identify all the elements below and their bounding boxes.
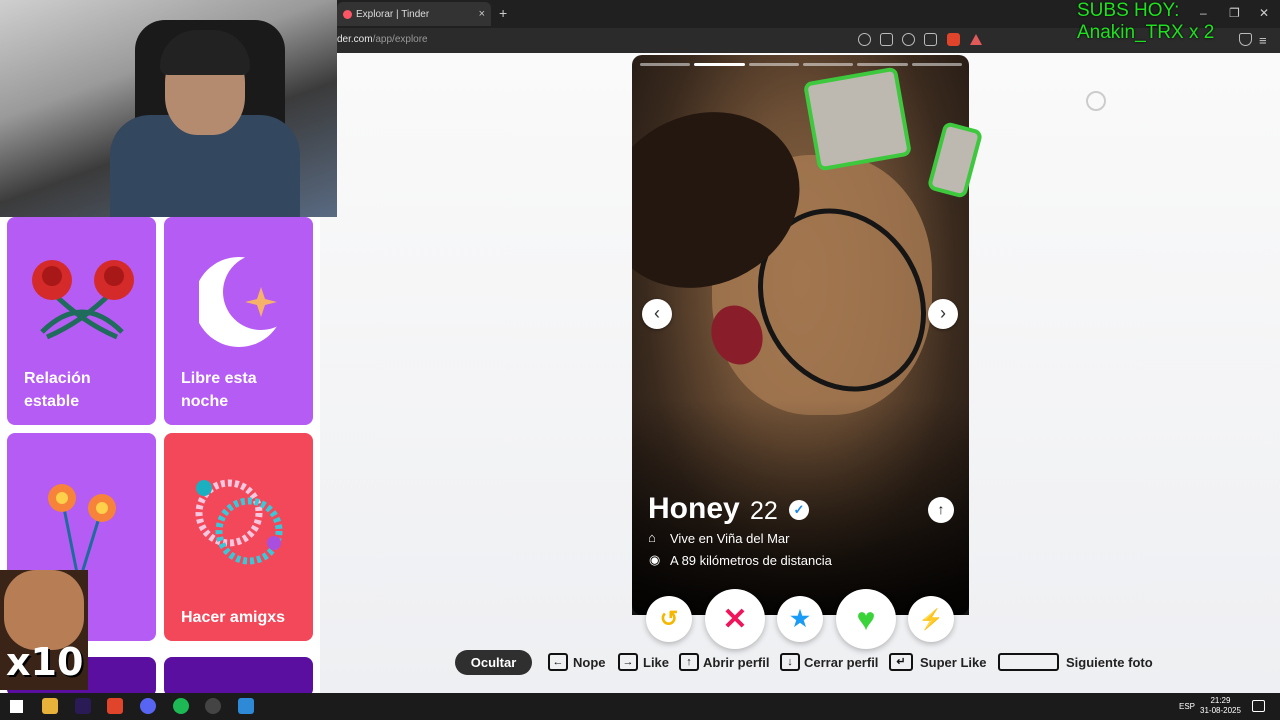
loading-spinner-icon [1086, 91, 1106, 111]
open-profile-button[interactable]: ↑ [928, 497, 954, 523]
key-left-icon: ← [548, 653, 568, 671]
webcam-overlay [0, 0, 337, 217]
profile-distance: A 89 kilómetros de distancia [670, 553, 832, 568]
vpn-icon[interactable] [1239, 33, 1252, 46]
share-icon[interactable] [924, 33, 937, 46]
boost-button[interactable]: ⚡ [908, 596, 954, 642]
restore-button[interactable]: ❐ [1229, 6, 1240, 20]
app-icon[interactable] [238, 698, 254, 714]
nope-button[interactable]: ✕ [705, 589, 765, 649]
meme-face [4, 570, 84, 650]
photo-progress-bars [640, 63, 962, 67]
tab-title: Explorar | Tinder [356, 8, 430, 20]
browser-tab[interactable]: Explorar | Tinder × [337, 2, 491, 26]
card-label: Libre esta noche [181, 370, 257, 410]
location-icon[interactable] [858, 33, 871, 46]
zoom-icon[interactable] [902, 33, 915, 46]
next-photo-button[interactable]: › [928, 299, 958, 329]
url-host: der.com [337, 34, 373, 45]
photo-progress-segment [694, 63, 745, 66]
taskbar [0, 693, 1280, 720]
shortcut-nope-label: Nope [573, 655, 606, 670]
key-enter-icon: ↵ [889, 653, 913, 671]
hide-shortcuts-button[interactable]: Ocultar [455, 650, 532, 675]
shortcut-close-profile-label: Cerrar perfil [804, 655, 879, 670]
brave-icon[interactable] [107, 698, 123, 714]
photo-progress-segment [748, 63, 799, 66]
shortcut-like-label: Like [643, 655, 670, 670]
reader-icon[interactable] [880, 33, 893, 46]
profile-name: Honey [648, 492, 740, 525]
spotify-icon[interactable] [173, 698, 189, 714]
moon-icon [199, 254, 289, 347]
photo-progress-segment [857, 63, 908, 66]
premiere-icon[interactable] [75, 698, 91, 714]
fireworks-icon [48, 484, 116, 574]
roses-icon [32, 260, 134, 340]
url-path: /app/explore [372, 34, 428, 45]
key-right-icon: → [618, 653, 638, 671]
key-up-icon: ↑ [679, 653, 699, 671]
discord-icon[interactable] [140, 698, 156, 714]
prev-photo-button[interactable]: ‹ [642, 299, 672, 329]
card-label: Hacer amigxs [181, 609, 286, 626]
tab-close-icon[interactable]: × [479, 8, 485, 20]
card-next-row[interactable] [164, 657, 313, 697]
card-label: Relación estable [24, 370, 91, 410]
verified-badge-icon: ✓ [789, 500, 809, 520]
key-space-icon [998, 653, 1059, 671]
profile-lives-in: Vive en Viña del Mar [670, 531, 790, 546]
close-window-button[interactable]: ✕ [1259, 6, 1269, 20]
start-icon[interactable] [10, 700, 23, 713]
shortcut-super-like-label: Super Like [920, 655, 987, 670]
shortcut-open-profile-label: Abrir perfil [703, 655, 770, 670]
location-pin-icon: ◉ [649, 552, 661, 567]
taskbar-clock[interactable]: 21:29 31-08-2025 [1200, 696, 1241, 716]
url-text[interactable]: der.com/app/explore [337, 34, 428, 45]
card-relacion-estable[interactable]: Relación estable [7, 217, 156, 425]
super-like-button[interactable]: ★ [777, 596, 823, 642]
subs-overlay: SUBS HOY: Anakin_TRX x 2 [1077, 0, 1215, 43]
obs-icon[interactable] [205, 698, 221, 714]
photo-progress-segment [802, 63, 854, 66]
cat-sticker [802, 66, 913, 172]
brave-rewards-icon[interactable] [970, 34, 982, 45]
meme-multiplier: x10 [6, 640, 84, 684]
bracelets-icon [195, 479, 283, 565]
tinder-flame-icon [343, 9, 352, 19]
file-explorer-icon[interactable] [42, 698, 58, 714]
like-button[interactable]: ♥ [836, 589, 896, 649]
brave-shield-icon[interactable] [947, 33, 960, 46]
key-down-icon: ↓ [780, 653, 800, 671]
menu-icon[interactable]: ≡ [1259, 33, 1267, 48]
new-tab-button[interactable]: + [499, 5, 507, 21]
rewind-button[interactable]: ↺ [646, 596, 692, 642]
shortcut-next-photo-label: Siguiente foto [1066, 655, 1153, 670]
photo-progress-segment [911, 63, 962, 66]
card-libre-esta-noche[interactable]: Libre esta noche [164, 217, 313, 425]
card-hacer-amigxs[interactable]: Hacer amigxs [164, 433, 313, 641]
language-indicator[interactable]: ESP [1179, 702, 1195, 711]
home-icon: ⌂ [648, 530, 656, 545]
profile-age: 22 [750, 497, 778, 525]
notifications-icon[interactable] [1252, 700, 1265, 712]
photo-progress-segment [640, 63, 691, 66]
